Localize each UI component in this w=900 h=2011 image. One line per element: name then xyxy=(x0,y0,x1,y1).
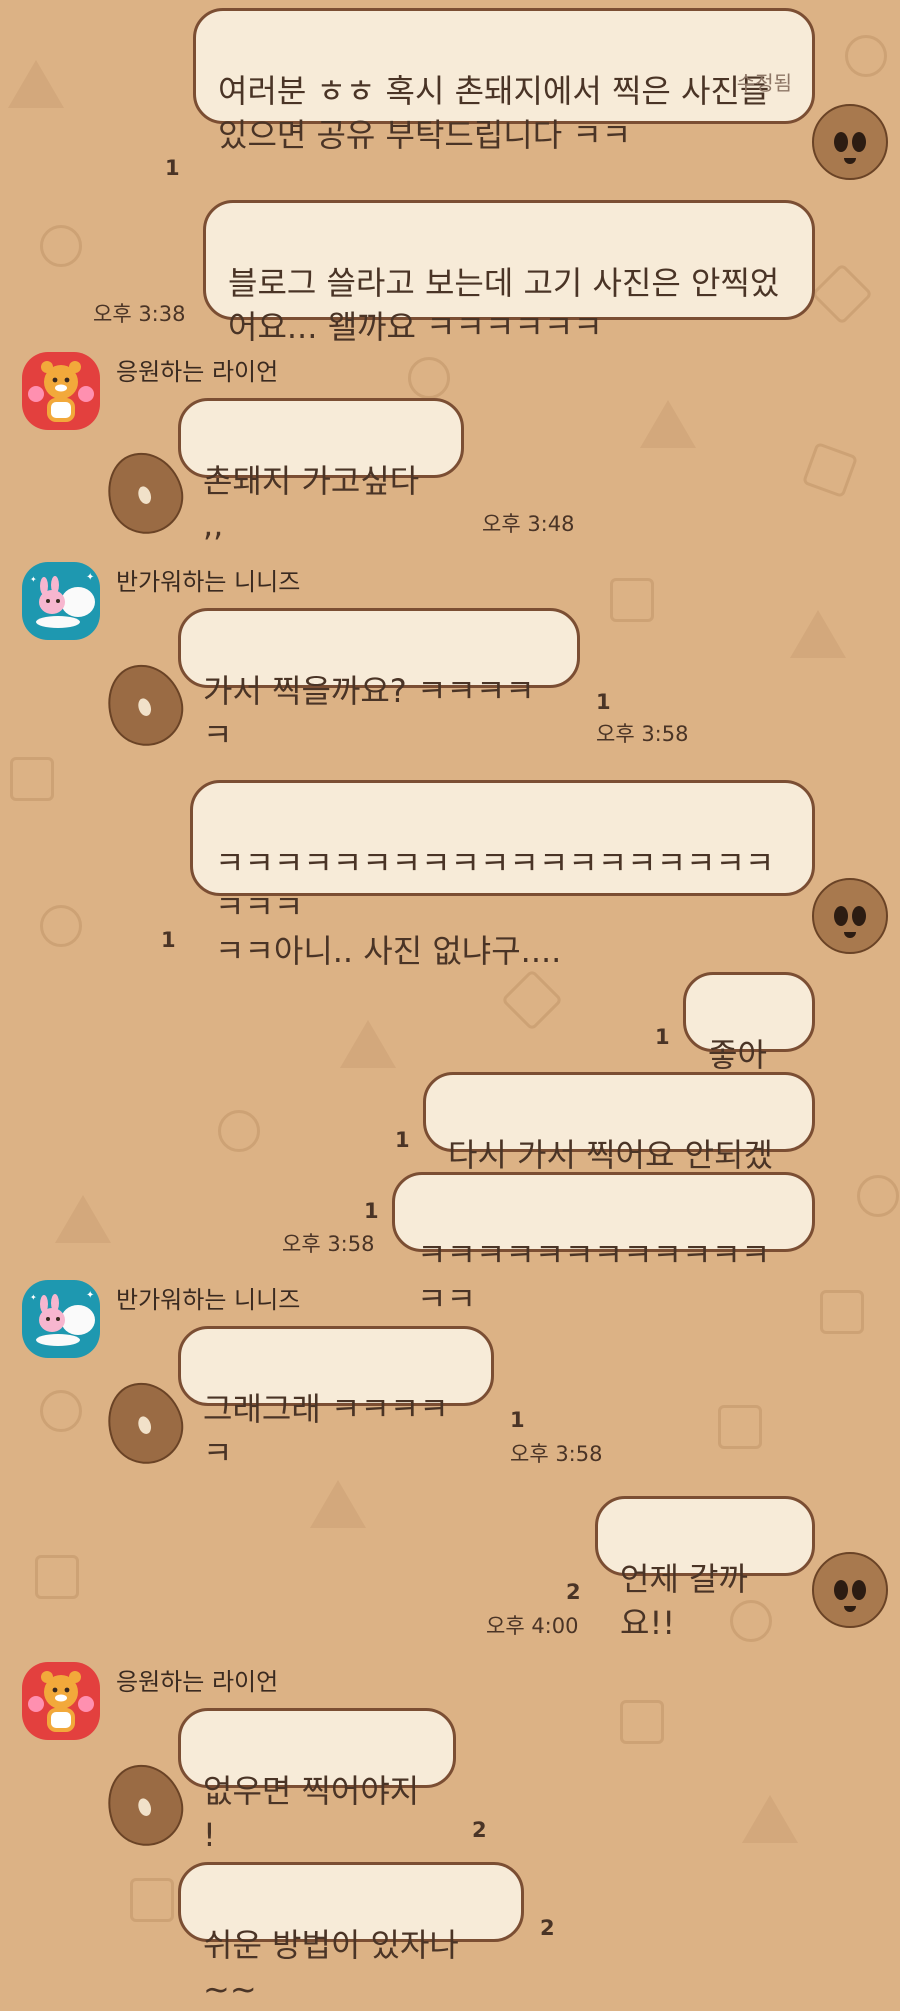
message-text: 그래그래 ㅋㅋㅋㅋㅋ xyxy=(203,1390,449,1472)
unread-count: 1 xyxy=(655,1025,670,1049)
message-text: ㅋㅋㅋㅋㅋㅋㅋㅋㅋㅋㅋㅋㅋㅋㅋㅋㅋㅋㅋㅋㅋㅋ ㅋㅋ아니.. 사진 없냐구.... xyxy=(215,844,775,970)
message-text: ㅋㅋㅋㅋㅋㅋㅋㅋㅋㅋㅋㅋㅋㅋ xyxy=(417,1236,771,1318)
message-text: 쉬운 방법이 있자나 ~~ xyxy=(203,1926,459,2008)
message-text: 없우면 찍어야지 ! xyxy=(203,1772,420,1854)
potato-face-icon xyxy=(812,878,888,954)
unread-count: 2 xyxy=(566,1580,581,1604)
message-bubble[interactable]: 다시 가서 찍어요 안되겠다 xyxy=(423,1072,815,1218)
message-bubble[interactable]: ㅋㅋㅋㅋㅋㅋㅋㅋㅋㅋㅋㅋㅋㅋ xyxy=(392,1172,815,1318)
unread-count: 1 xyxy=(510,1408,525,1432)
message-bubble[interactable]: 블로그 쓸라고 보는데 고기 사진은 안찍었어요... 왤까요 ㅋㅋㅋㅋㅋㅋ xyxy=(203,200,815,346)
unread-count: 2 xyxy=(540,1916,555,1940)
sender-name: 반가워하는 니니즈 xyxy=(116,568,301,596)
message-time: 오후 4:00 xyxy=(486,1614,579,1638)
unread-count: 1 xyxy=(165,156,180,180)
message-text: 블로그 쓸라고 보는데 고기 사진은 안찍었어요... 왤까요 ㅋㅋㅋㅋㅋㅋ xyxy=(228,264,780,346)
potato-icon xyxy=(97,1754,193,1856)
svg-text:✦: ✦ xyxy=(30,1293,37,1302)
unread-count: 1 xyxy=(395,1128,410,1152)
sender-name: 반가워하는 니니즈 xyxy=(116,1286,301,1314)
svg-text:✦: ✦ xyxy=(30,575,37,584)
message-time: 오후 3:58 xyxy=(510,1442,603,1466)
sender-name: 응원하는 라이언 xyxy=(116,1668,279,1696)
message-bubble[interactable]: 없우면 찍어야지 ! xyxy=(178,1708,456,1854)
message-time: 오후 3:38 xyxy=(93,302,186,326)
message-bubble[interactable]: ㅋㅋㅋㅋㅋㅋㅋㅋㅋㅋㅋㅋㅋㅋㅋㅋㅋㅋㅋㅋㅋㅋ ㅋㅋ아니.. 사진 없냐구.... xyxy=(190,780,815,970)
lion-avatar[interactable] xyxy=(22,352,100,430)
potato-face-icon xyxy=(812,104,888,180)
lion-avatar[interactable] xyxy=(22,1662,100,1740)
message-bubble[interactable]: 가서 찍을까요? ㅋㅋㅋㅋㅋ xyxy=(178,608,580,754)
unread-count: 2 xyxy=(472,1818,487,1842)
potato-icon xyxy=(97,654,193,756)
ninini-avatar[interactable]: ✦ ✦ xyxy=(22,562,100,640)
edited-label: 수정됨 xyxy=(736,71,792,95)
message-text: 촌돼지 가고싶다 ,, xyxy=(203,462,420,544)
message-time: 오후 3:58 xyxy=(596,722,689,746)
potato-icon xyxy=(97,1372,193,1474)
message-bubble[interactable]: 좋아요 xyxy=(683,972,815,1118)
message-time: 오후 3:48 xyxy=(482,512,575,536)
message-text: 가서 찍을까요? ㅋㅋㅋㅋㅋ xyxy=(203,672,535,754)
unread-count: 1 xyxy=(364,1199,379,1223)
unread-count: 1 xyxy=(161,928,176,952)
potato-face-icon xyxy=(812,1552,888,1628)
message-bubble[interactable]: 그래그래 ㅋㅋㅋㅋㅋ xyxy=(178,1326,494,1472)
message-bubble[interactable]: 여러분 ㅎㅎ 혹시 촌돼지에서 찍은 사진들 있으면 공유 부탁드립니다 ㅋㅋ … xyxy=(193,8,815,154)
message-bubble[interactable]: 촌돼지 가고싶다 ,, xyxy=(178,398,464,544)
svg-text:✦: ✦ xyxy=(86,572,94,583)
unread-count: 1 xyxy=(596,690,611,714)
potato-icon xyxy=(97,442,193,544)
message-bubble[interactable]: 쉬운 방법이 있자나 ~~ xyxy=(178,1862,524,2008)
sender-name: 응원하는 라이언 xyxy=(116,358,279,386)
message-text: 여러분 ㅎㅎ 혹시 촌돼지에서 찍은 사진들 있으면 공유 부탁드립니다 ㅋㅋ xyxy=(218,72,770,154)
message-bubble[interactable]: 언제 갈까요!! xyxy=(595,1496,815,1642)
svg-text:✦: ✦ xyxy=(86,1290,94,1301)
message-time: 오후 3:58 xyxy=(282,1232,375,1256)
message-text: 언제 갈까요!! xyxy=(620,1560,748,1642)
ninini-avatar[interactable]: ✦ ✦ xyxy=(22,1280,100,1358)
